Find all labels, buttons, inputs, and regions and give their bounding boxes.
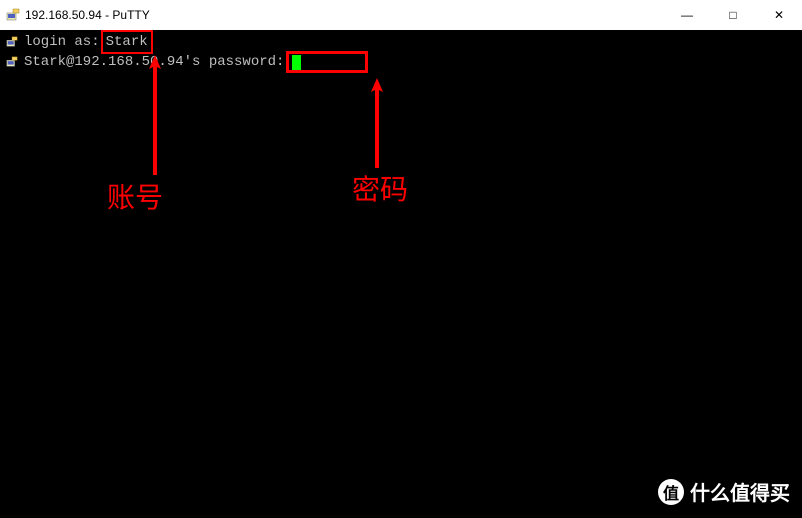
putty-icon — [6, 8, 20, 22]
arrow-password — [362, 78, 392, 173]
putty-small-icon — [4, 36, 20, 48]
username-text: Stark — [106, 34, 148, 50]
password-prompt: Stark@192.168.50.94's password: — [24, 52, 284, 72]
putty-small-icon — [4, 56, 20, 68]
minimize-button[interactable]: — — [664, 0, 710, 30]
login-prompt: login as: — [24, 32, 100, 52]
password-line: Stark@192.168.50.94's password: — [4, 52, 798, 72]
annotation-account: 账号 — [107, 176, 163, 216]
watermark-badge-icon: 值 — [658, 479, 684, 505]
annotation-password: 密码 — [352, 168, 408, 208]
password-highlight — [286, 51, 368, 73]
titlebar-left: 192.168.50.94 - PuTTY — [6, 8, 150, 22]
window-title: 192.168.50.94 - PuTTY — [25, 8, 150, 22]
maximize-button[interactable]: □ — [710, 0, 756, 30]
watermark: 值 什么值得买 — [658, 477, 790, 506]
username-highlight: Stark — [101, 30, 153, 54]
watermark-text: 什么值得买 — [690, 477, 790, 506]
terminal[interactable]: login as: Stark Stark@192.168.50.94's pa… — [0, 30, 802, 74]
cursor-block — [292, 55, 301, 70]
titlebar: 192.168.50.94 - PuTTY — □ ✕ — [0, 0, 802, 30]
titlebar-buttons: — □ ✕ — [664, 0, 802, 30]
login-line: login as: Stark — [4, 32, 798, 52]
close-button[interactable]: ✕ — [756, 0, 802, 30]
